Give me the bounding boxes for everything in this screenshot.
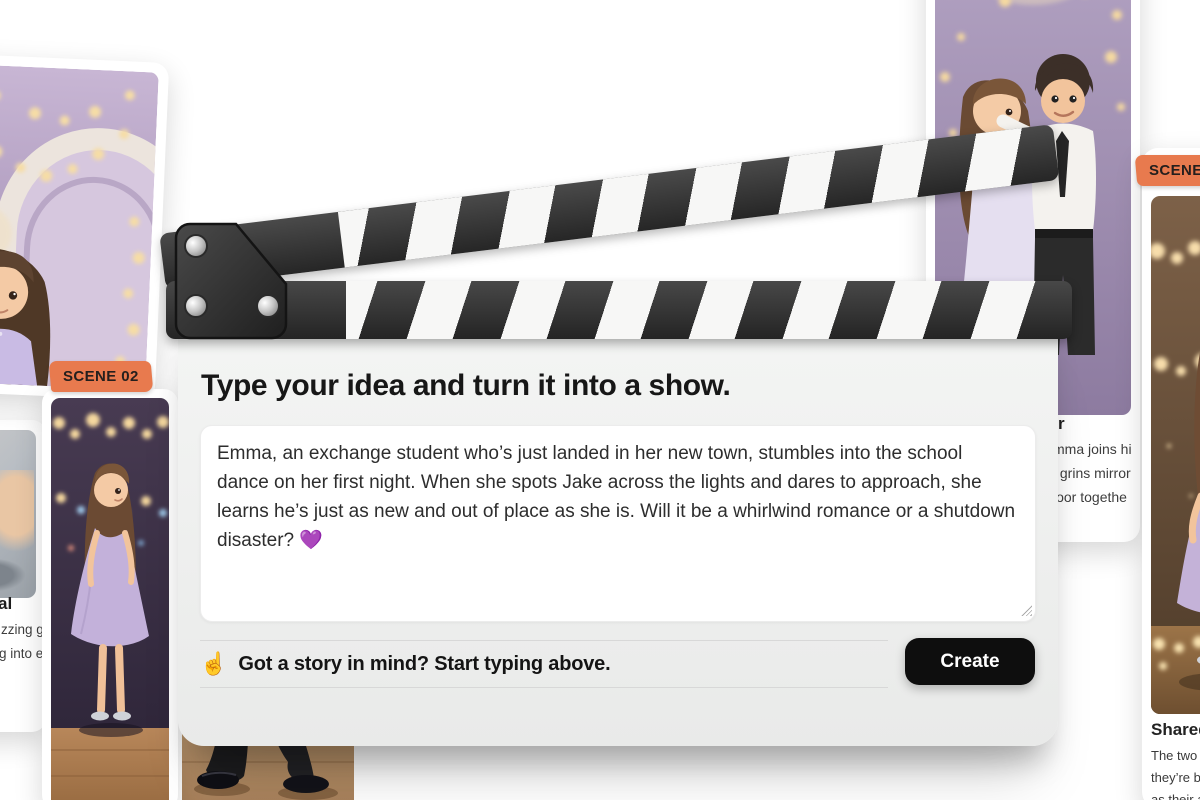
card-line-fragment: mma joins hi [1053,441,1132,457]
scene-card-top-left [0,53,169,400]
card-title-fragment: al [0,594,12,614]
scene-image-walking-girl [1151,196,1200,714]
card-title-fragment: Shared [1151,720,1200,740]
hint-text: Got a story in mind? Start typing above. [238,653,610,676]
page-title: Type your idea and turn it into a show. [201,369,730,403]
rivet-icon [257,295,279,317]
clapperboard-hinge [172,220,294,347]
card-title-fragment: r [1058,414,1065,434]
card-line-fragment: as their aw [1151,792,1200,800]
archway-girl-illustration [0,64,159,391]
clapperboard-top-arm [159,124,1059,289]
idea-input-wrap: Emma, an exchange student who’s just lan… [200,425,1036,622]
scene-image-archway-girl [0,64,159,391]
card-line-fragment: they’re bo [1151,770,1200,785]
blurred-shoe [0,558,26,592]
scene-badge-right: SCENE 0 [1135,155,1200,186]
scene-badge-label: SCENE 0 [1149,162,1200,179]
dance-girl-illustration [51,398,169,800]
clapper-stripes [346,281,1062,339]
card-line-fragment: loor togethe [1053,489,1127,505]
card-line-fragment: zzing gy [1,622,46,637]
hinge-plate [172,220,294,342]
scene-card-right-edge: Shared The two le they’re bo as their aw [1142,148,1200,800]
card-line-fragment: g into ex [0,646,46,661]
pointing-up-icon: ☝️ [200,653,227,675]
idea-input[interactable]: Emma, an exchange student who’s just lan… [200,425,1036,622]
scene-card-scene02 [42,389,178,800]
card-line-fragment: y grins mirror [1049,465,1131,481]
landing-hero: al zzing gy g into ex [0,0,1200,800]
scene-badge-02: SCENE 02 [49,361,154,392]
scene-image-left-cut [0,430,36,598]
scene-badge-label: SCENE 02 [63,368,139,385]
card-line-fragment: The two le [1151,748,1200,763]
clapperboard-panel: Type your idea and turn it into a show. … [178,312,1058,746]
walking-girl-illustration [1151,196,1200,714]
hint-row: ☝️ Got a story in mind? Start typing abo… [200,640,888,688]
rivet-icon [185,235,207,257]
rivet-icon [185,295,207,317]
blurred-figure [0,470,34,560]
clapperboard-bottom-bar [166,281,1072,339]
scene-image-dance-girl [51,398,169,800]
scene-card-left-cut: al zzing gy g into ex [0,420,46,732]
create-button[interactable]: Create [905,638,1035,685]
